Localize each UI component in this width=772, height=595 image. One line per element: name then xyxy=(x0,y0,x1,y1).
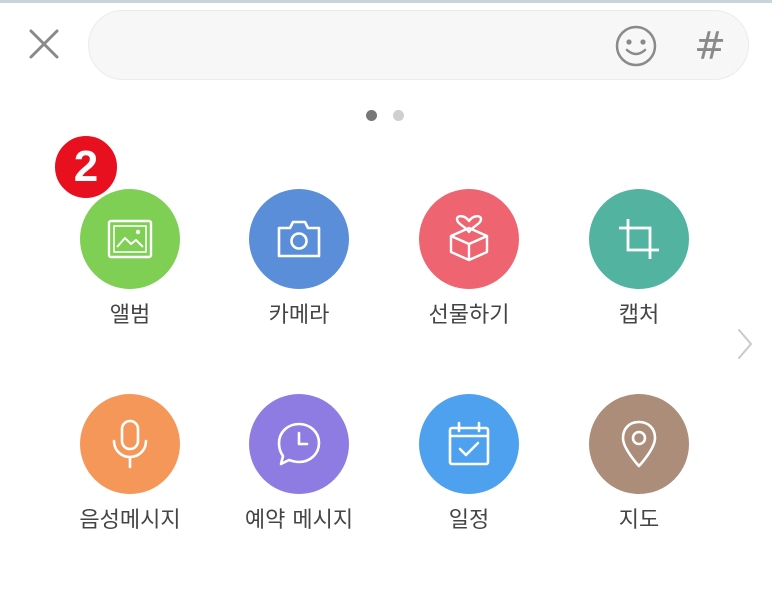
page-dot-active[interactable] xyxy=(366,110,377,121)
search-input[interactable] xyxy=(113,11,617,81)
gift-item[interactable]: 선물하기 xyxy=(394,189,544,349)
smiley-icon xyxy=(615,25,657,67)
gift-icon xyxy=(449,215,489,262)
camera-circle xyxy=(249,189,349,289)
emoji-button[interactable] xyxy=(614,24,658,68)
gift-label: 선물하기 xyxy=(428,303,510,328)
capture-label: 캡처 xyxy=(618,303,660,328)
close-button[interactable] xyxy=(22,22,66,66)
location-pin-icon xyxy=(621,420,657,468)
step-badge: 2 xyxy=(52,133,120,201)
next-page-button[interactable] xyxy=(730,324,760,364)
calendar-icon xyxy=(448,421,490,466)
calendar-circle xyxy=(419,394,519,494)
map-label: 지도 xyxy=(618,508,660,533)
map-circle xyxy=(589,394,689,494)
album-item[interactable]: 앨범 xyxy=(55,189,205,349)
scheduled-message-circle xyxy=(249,394,349,494)
page-dot[interactable] xyxy=(393,110,404,121)
calendar-item[interactable]: 일정 xyxy=(394,394,544,554)
scheduled-message-item[interactable]: 예약 메시지 xyxy=(224,394,374,554)
gift-circle xyxy=(419,189,519,289)
chevron-right-icon xyxy=(738,329,752,359)
close-icon xyxy=(29,29,59,59)
top-divider xyxy=(0,0,772,3)
capture-item[interactable]: 캡처 xyxy=(564,189,714,349)
camera-item[interactable]: 카메라 xyxy=(224,189,374,349)
album-label: 앨범 xyxy=(109,303,151,328)
camera-label: 카메라 xyxy=(268,303,330,328)
image-icon xyxy=(107,219,153,259)
hashtag-button[interactable]: # xyxy=(688,24,732,68)
camera-icon xyxy=(277,220,321,258)
voice-message-circle xyxy=(80,394,180,494)
search-box: # xyxy=(88,10,749,81)
hashtag-label: # xyxy=(694,24,726,68)
voice-message-label: 음성메시지 xyxy=(79,508,181,533)
microphone-icon xyxy=(112,419,148,469)
page-indicator xyxy=(366,110,408,122)
scheduled-message-label: 예약 메시지 xyxy=(244,508,354,533)
map-item[interactable]: 지도 xyxy=(564,394,714,554)
calendar-label: 일정 xyxy=(448,508,490,533)
album-circle xyxy=(80,189,180,289)
crop-icon xyxy=(619,219,659,259)
voice-message-item[interactable]: 음성메시지 xyxy=(55,394,205,554)
capture-circle xyxy=(589,189,689,289)
attachment-panel: # 앨범 카메라 선물하기 캡처 음성메시지 예약 메시지 일정 지도 2 xyxy=(0,0,772,595)
clock-bubble-icon xyxy=(277,422,321,466)
